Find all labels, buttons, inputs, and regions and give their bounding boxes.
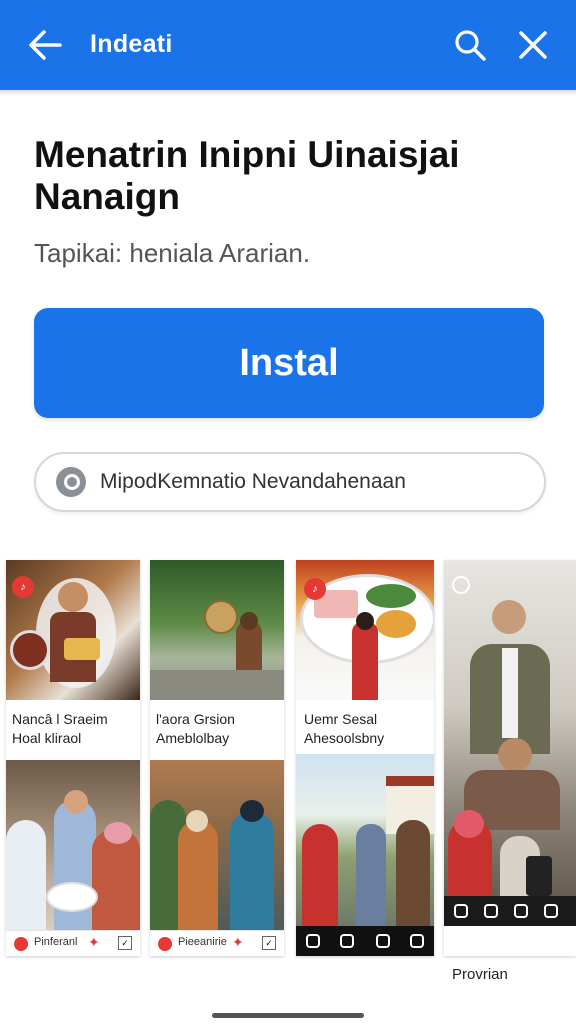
control-icon — [410, 934, 424, 948]
screenshot-card[interactable]: l'aora Grsion Ameblolbay Pieeanirie ✦ ✓ — [150, 560, 284, 956]
checkbox-icon: ✓ — [262, 936, 276, 950]
search-icon[interactable] — [452, 27, 488, 63]
caption-line: Uemr Sesal — [304, 711, 378, 727]
arrow-left-icon[interactable] — [26, 28, 64, 62]
sparkle-icon: ✦ — [88, 934, 100, 950]
caption-line: l'aora Grsion — [156, 711, 235, 727]
app-bar: Indeati — [0, 0, 576, 90]
sparkle-icon: ✦ — [232, 934, 244, 950]
screenshot-card[interactable]: ♪ Nancâ l Sraeim Hoal kliraol Pinferanl … — [6, 560, 140, 956]
home-indicator[interactable] — [212, 1013, 364, 1018]
caption-line: Ameblolbay — [156, 730, 230, 746]
screenshot-caption: Nancâ l Sraeim Hoal kliraol — [12, 710, 108, 748]
screenshot-image — [296, 754, 434, 926]
control-icon — [376, 934, 390, 948]
screenshot-card[interactable]: ♪ Uemr Sesal Ahesoolsbny — [296, 560, 434, 956]
screenshot-caption: Uemr Sesal Ahesoolsbny — [304, 710, 384, 748]
caption-line: Ahesoolsbny — [304, 730, 385, 746]
checkbox-icon: ✓ — [118, 936, 132, 950]
screenshot-caption: Provrian — [452, 966, 508, 983]
screenshot-image — [6, 760, 140, 930]
control-icon — [454, 904, 468, 918]
app-title: Indeati — [90, 30, 173, 58]
app-subtitle: Tapikai: heniala Ararian. — [34, 238, 311, 268]
record-dot-icon — [14, 937, 28, 951]
app-name-heading: Menatrin Inipni Uinaisjai Nanaign — [34, 134, 460, 217]
control-icon — [544, 904, 558, 918]
install-button[interactable]: Instal — [34, 308, 544, 418]
search-field-text: MipodKemnatio Nevandahenaan — [100, 470, 406, 493]
caption-line: Hoal kliraol — [12, 730, 82, 746]
footer-label: Pinferanl — [34, 936, 78, 948]
close-icon[interactable] — [516, 28, 550, 62]
music-badge-icon: ♪ — [304, 578, 326, 600]
screenshot-footer: Pieeanirie ✦ ✓ — [150, 930, 284, 956]
status-bar — [150, 560, 284, 574]
music-badge-icon: ♪ — [12, 576, 34, 598]
search-field[interactable]: MipodKemnatio Nevandahenaan — [34, 452, 546, 512]
search-icon — [56, 467, 86, 497]
screenshot-card[interactable] — [444, 560, 576, 956]
video-controls — [444, 896, 576, 926]
caption-line: Nancâ l Sraeim — [12, 711, 108, 727]
control-icon — [306, 934, 320, 948]
footer-label: Pieeanirie — [178, 936, 227, 948]
screenshot-image — [444, 560, 576, 926]
control-icon — [514, 904, 528, 918]
close-icon — [452, 576, 470, 594]
screenshot-caption: l'aora Grsion Ameblolbay — [156, 710, 235, 748]
screenshot-footer: Pinferanl ✦ ✓ — [6, 930, 140, 956]
screenshot-image — [150, 760, 284, 930]
screenshot-image — [150, 560, 284, 700]
video-controls — [296, 926, 434, 956]
control-icon — [484, 904, 498, 918]
app-bar-shadow — [0, 90, 576, 96]
record-dot-icon — [158, 937, 172, 951]
control-icon — [340, 934, 354, 948]
